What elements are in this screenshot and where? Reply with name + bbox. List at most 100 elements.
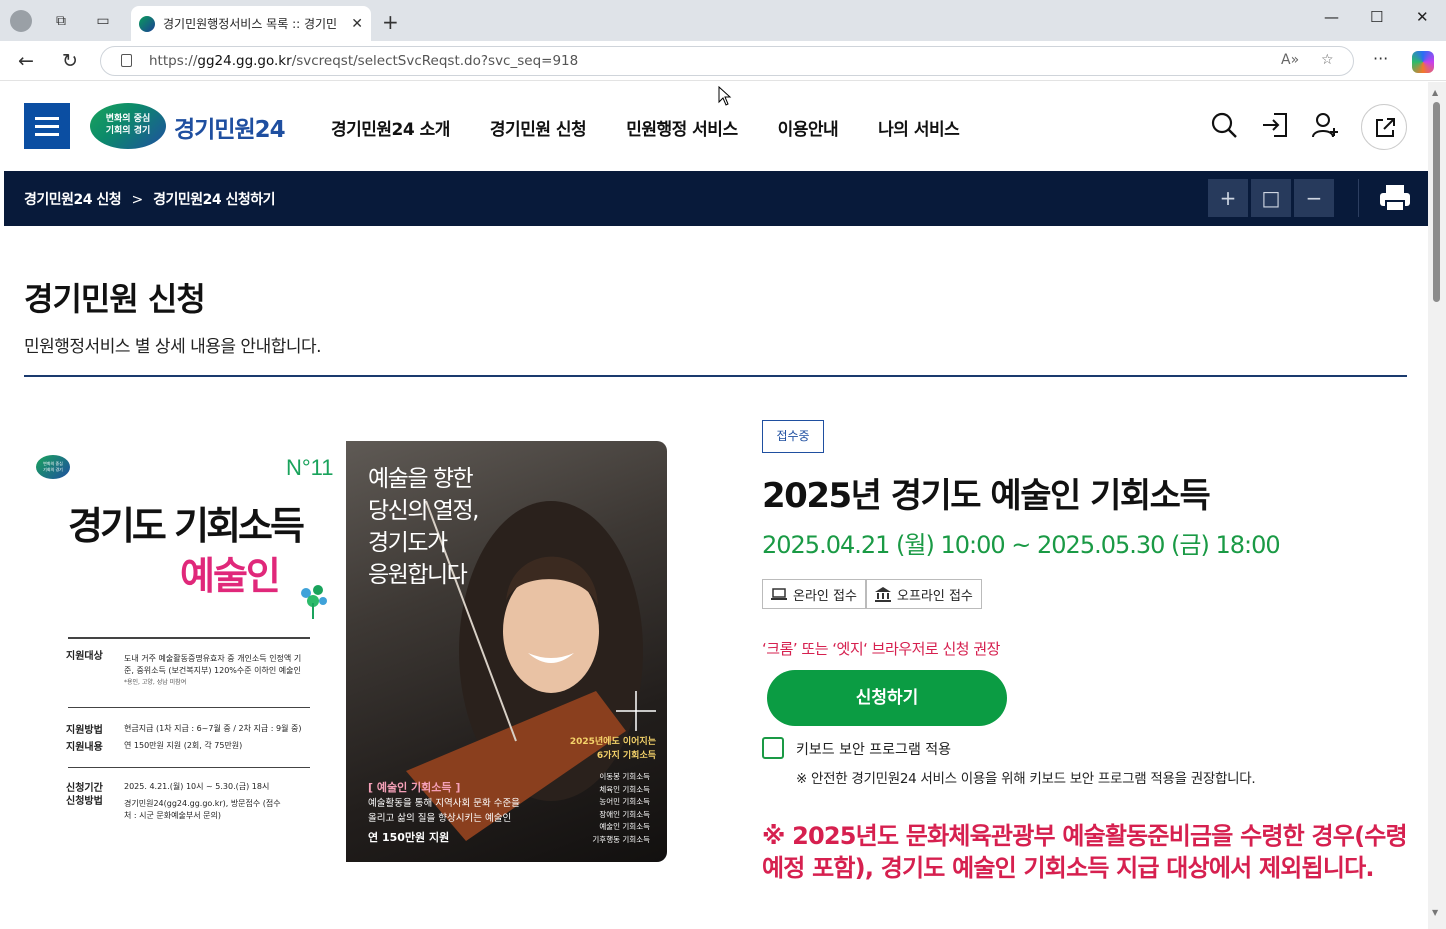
offline-receipt-badge: 오프라인 접수 (866, 579, 982, 609)
logo-text[interactable]: 경기민원24 (174, 110, 286, 144)
logo-mark[interactable]: 변화의 중심 기회의 경기 (90, 103, 166, 149)
offline-receipt-label: 오프라인 접수 (897, 588, 973, 604)
nav-item-guide[interactable]: 이용안내 (778, 115, 839, 140)
poster-row-text: 현금지급 (1차 지급 : 6~7월 중 / 2차 지급 : 9월 중) (124, 724, 302, 733)
nav-item-my-service[interactable]: 나의 서비스 (878, 115, 960, 140)
poster-row-text: 도내 거주 예술활동증명유효자 중 개인소득 인정액 기준, 중위소득 (보건복… (124, 654, 302, 675)
copilot-icon[interactable] (1412, 51, 1434, 73)
site-header: 변화의 중심 기회의 경기 경기민원24 경기민원24 소개 경기민원 신청 민… (4, 82, 1428, 171)
maximize-icon[interactable]: ☐ (1370, 8, 1383, 26)
poster-row-label: 신청방법 (66, 796, 103, 807)
poster-series-title: 2025년에도 이어지는 6가지 기회소득 (569, 737, 656, 761)
status-badge: 접수중 (762, 420, 824, 453)
keyboard-security-note: ※ 안전한 경기민원24 서비스 이용을 위해 키보드 보안 프로그램 적용을 … (796, 771, 1256, 787)
poster-row-content: 지원내용 연 150만원 지원 (2회, 각 75만원) (66, 738, 336, 753)
poster-row-label: 지원방법 (66, 725, 103, 736)
poster-rule (68, 637, 310, 639)
scrollbar-thumb[interactable] (1433, 102, 1440, 302)
poster-slogan: 예술을 향한 당신의 열정, 경기도가 응원합니다 (368, 466, 479, 588)
poster-row-label: 지원대상 (66, 651, 103, 662)
close-window-icon[interactable]: ✕ (1416, 8, 1429, 26)
breadcrumb: 경기민원24 신청 > 경기민원24 신청하기 + □ − (4, 171, 1428, 226)
poster-row-target: 지원대상 도내 거주 예술활동증명유효자 중 개인소득 인정액 기준, 중위소득… (66, 651, 336, 686)
online-receipt-badge: 온라인 접수 (762, 579, 866, 609)
building-icon (875, 586, 891, 602)
lock-icon[interactable] (121, 54, 132, 67)
browser-recommendation: ‘크롬’ 또는 ‘엣지‘ 브라우저로 신청 권장 (762, 640, 1000, 658)
close-tab-icon[interactable]: ✕ (351, 16, 363, 32)
poster-series-list: 이동봉 기회소득 체육인 기회소득 농어민 기회소득 장애인 기회소득 예술인 … (592, 772, 650, 844)
share-icon (1376, 118, 1395, 137)
exclusion-notice: ※ 2025년도 문화체육관광부 예술활동준비금을 수령한 경우(수령 예정 포… (762, 822, 1408, 882)
breadcrumb-separator: > (131, 192, 144, 208)
poster-number: N°11 (286, 455, 334, 480)
poster-subtitle: 예술인 (180, 554, 281, 598)
poster-rule (68, 707, 310, 708)
zoom-in-button[interactable]: + (1208, 179, 1248, 217)
nav-item-apply[interactable]: 경기민원 신청 (490, 115, 587, 140)
url-prefix: https:// (149, 53, 198, 69)
tab-actions-icon[interactable]: ▭ (94, 12, 112, 30)
read-aloud-icon[interactable]: A» (1281, 52, 1299, 68)
back-icon[interactable]: ← (18, 50, 34, 72)
login-icon[interactable] (1260, 110, 1290, 140)
application-period: 2025.04.21 (월) 10:00 ~ 2025.05.30 (금) 18… (762, 531, 1281, 559)
keyboard-security-checkbox[interactable] (762, 737, 784, 759)
breadcrumb-trail: 경기민원24 신청 > 경기민원24 신청하기 (24, 189, 276, 209)
print-icon[interactable] (1378, 183, 1412, 213)
service-title: 2025년 경기도 예술인 기회소득 (762, 476, 1211, 516)
online-receipt-label: 온라인 접수 (793, 588, 857, 604)
favorite-star-icon[interactable]: ☆ (1321, 52, 1334, 68)
poster-row-text: 2025. 4.21.(월) 10시 ~ 5.30.(금) 18시 (124, 782, 270, 791)
site-favicon-icon (139, 15, 155, 32)
page-subtitle: 민원행정서비스 별 상세 내용을 안내합니다. (24, 337, 322, 357)
poster-row-howto: 신청방법 경기민원24(gg24.gg.go.kr), 방문접수 (접수처 : … (66, 796, 336, 820)
browser-tab-strip: ⧉ ▭ 경기민원행정서비스 목록 :: 경기민 ✕ + — ☐ ✕ (0, 0, 1446, 41)
nav-item-intro[interactable]: 경기민원24 소개 (331, 115, 450, 140)
poster-row-text: 경기민원24(gg24.gg.go.kr), 방문접수 (접수처 : 시군 문화… (124, 799, 281, 820)
nav-item-services[interactable]: 민원행정 서비스 (626, 115, 738, 140)
minimize-icon[interactable]: — (1324, 8, 1339, 26)
title-divider (24, 375, 1407, 377)
url-path: /svcreqst/selectSvcReqst.do?svc_seq=918 (291, 53, 579, 69)
poster-badge: 변화의 중심 기회의 경기 (36, 455, 70, 479)
more-menu-icon[interactable]: ··· (1373, 49, 1388, 68)
page-scrollbar[interactable]: ▲ ▼ (1428, 82, 1446, 929)
poster-row-small: *용인, 고양, 성남 미참여 (124, 679, 187, 686)
apply-button[interactable]: 신청하기 (767, 670, 1007, 726)
address-bar[interactable]: https://gg24.gg.go.kr/svcreqst/selectSvc… (100, 46, 1354, 76)
user-join-icon[interactable] (1310, 110, 1340, 140)
zoom-out-button[interactable]: − (1294, 179, 1334, 217)
tree-icon (301, 585, 327, 619)
profile-icon[interactable] (10, 10, 32, 32)
browser-tab[interactable]: 경기민원행정서비스 목록 :: 경기민 ✕ (131, 6, 371, 41)
poster-row-label: 지원내용 (66, 742, 103, 753)
mouse-cursor-icon (718, 86, 732, 106)
tab-title: 경기민원행정서비스 목록 :: 경기민 (163, 17, 338, 31)
keyboard-security-label[interactable]: 키보드 보안 프로그램 적용 (796, 739, 951, 759)
poster-title: 경기도 기회소득 (68, 504, 305, 548)
page-title: 경기민원 신청 (24, 280, 206, 318)
breadcrumb-level2[interactable]: 경기민원24 신청하기 (153, 192, 275, 208)
poster-row-method: 지원방법 현금지급 (1차 지급 : 6~7월 중 / 2차 지급 : 9월 중… (66, 721, 336, 736)
main-nav: 경기민원24 소개 경기민원 신청 민원행정 서비스 이용안내 나의 서비스 (331, 115, 960, 140)
poster-box-amount: 연 150만원 지원 (368, 831, 450, 844)
workspaces-icon[interactable]: ⧉ (52, 12, 70, 30)
breadcrumb-level1[interactable]: 경기민원24 신청 (24, 192, 122, 208)
url-host: gg24.gg.go.kr (197, 53, 292, 69)
menu-button[interactable] (24, 103, 70, 149)
poster-row-label: 신청기간 (66, 783, 103, 794)
laptop-icon (771, 587, 787, 600)
search-icon[interactable] (1209, 110, 1239, 140)
poster-box-title: [ 예술인 기회소득 ] (368, 781, 461, 794)
scroll-down-icon[interactable]: ▼ (1432, 908, 1438, 917)
poster-box-text: 예술활동을 통해 지역사회 문화 수준을 올리고 삶의 질을 향상시키는 예술인 (368, 798, 520, 824)
browser-toolbar: ← ↻ https://gg24.gg.go.kr/svcreqst/selec… (0, 41, 1446, 81)
new-tab-icon[interactable]: + (382, 10, 399, 34)
poster-row-period: 신청기간 2025. 4.21.(월) 10시 ~ 5.30.(금) 18시 (66, 779, 336, 794)
scroll-up-icon[interactable]: ▲ (1432, 88, 1438, 97)
web-page: 변화의 중심 기회의 경기 경기민원24 경기민원24 소개 경기민원 신청 민… (4, 82, 1428, 927)
refresh-icon[interactable]: ↻ (62, 50, 78, 72)
zoom-reset-button[interactable]: □ (1251, 179, 1291, 217)
share-button[interactable] (1361, 104, 1407, 150)
